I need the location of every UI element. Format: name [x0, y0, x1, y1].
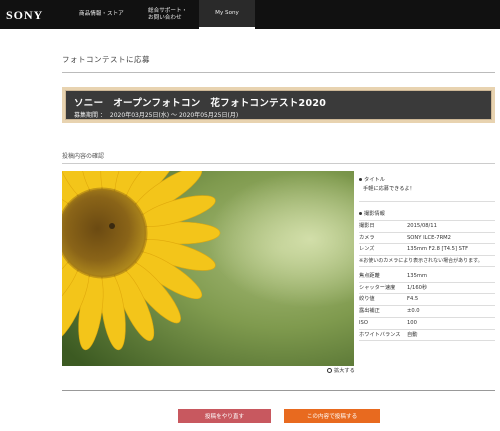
info-key: 露出補正	[359, 308, 380, 315]
zoom-button[interactable]: 拡大する	[327, 367, 355, 374]
info-value: SONY ILCE-7RM2	[407, 234, 451, 241]
info-row-iso: ISO 100	[359, 318, 495, 330]
info-row-lens: レンズ 135mm F2.8 [T4.5] STF	[359, 244, 495, 257]
info-value: 135mm F2.8 [T4.5] STF	[407, 246, 469, 253]
info-value: F4.5	[407, 296, 419, 303]
info-value: 100	[407, 319, 417, 326]
info-row-shutter: シャッター速度 1/160秒	[359, 283, 495, 295]
page-title: フォトコンテストに応募	[62, 55, 150, 64]
period-value: 2020年03月25日(水) ～ 2020年05月25日(月)	[109, 112, 239, 119]
info-row-aperture: 絞り値 F4.5	[359, 294, 495, 307]
nav-my-sony-label: My Sony	[215, 10, 239, 16]
contest-period: 募集期間 ： 2020年03月25日(水) ～ 2020年05月25日(月)	[74, 110, 238, 119]
nav-support-label-1: 総合サポート・	[148, 7, 188, 14]
title-heading-label: タイトル	[364, 177, 385, 183]
divider	[359, 192, 495, 202]
zoom-label: 拡大する	[334, 368, 355, 374]
info-row-date: 撮影日 2015/08/11	[359, 221, 495, 233]
nav-support-label-2: お問い合わせ	[148, 14, 182, 21]
divider	[62, 390, 495, 391]
submitted-photo[interactable]	[62, 171, 354, 366]
info-key: カメラ	[359, 234, 375, 241]
info-key: レンズ	[359, 246, 375, 253]
sony-logo[interactable]: SONY	[6, 8, 43, 23]
nav-my-sony[interactable]: My Sony	[199, 0, 255, 29]
photo-title-value: 手軽に応募できるよ！	[363, 186, 415, 192]
info-key: 焦点距離	[359, 273, 380, 280]
period-label: 募集期間 ：	[74, 112, 106, 119]
shooting-info-heading-label: 撮影情報	[364, 211, 385, 217]
info-value: 自動	[407, 331, 418, 338]
info-row-camera: カメラ SONY ILCE-7RM2	[359, 233, 495, 245]
info-row-focal-length: 焦点距離 135mm	[359, 271, 495, 283]
divider	[62, 163, 495, 164]
photo-info-panel: タイトル 手軽に応募できるよ！ 撮影情報 撮影日 2015/08/11 カメラ …	[359, 176, 495, 342]
info-value: ±0.0	[407, 308, 420, 315]
sunflower-photo-image	[62, 171, 354, 366]
redo-submission-label: 投稿をやり直す	[204, 414, 245, 420]
nav-support[interactable]: 総合サポート・ お問い合わせ	[148, 0, 187, 29]
contest-banner: ソニー オープンフォトコン 花フォトコンテスト2020 募集期間 ： 2020年0…	[62, 87, 495, 123]
bullet-icon	[359, 178, 362, 181]
contest-title: ソニー オープンフォトコン 花フォトコンテスト2020	[74, 98, 327, 109]
info-key: ホワイトバランス	[359, 331, 401, 338]
divider	[62, 72, 495, 73]
nav-products-store-label: 商品情報・ストア	[79, 11, 124, 17]
info-key: 撮影日	[359, 223, 375, 229]
submit-label: この内容で投稿する	[306, 414, 358, 420]
magnifier-icon	[327, 368, 332, 373]
redo-submission-button[interactable]: 投稿をやり直す	[178, 409, 271, 423]
shooting-info-heading: 撮影情報	[359, 210, 495, 217]
bullet-icon	[359, 212, 362, 215]
camera-note: ※お使いのカメラにより表示されない場合があります。	[359, 256, 495, 268]
nav-products-store[interactable]: 商品情報・ストア	[79, 0, 124, 29]
info-key: ISO	[359, 319, 368, 326]
title-heading: タイトル	[359, 176, 495, 183]
info-key: シャッター速度	[359, 284, 396, 291]
info-row-white-balance: ホワイトバランス 自動	[359, 330, 495, 342]
info-value: 135mm	[407, 273, 428, 280]
info-value: 1/160秒	[407, 284, 428, 291]
section-confirm-label: 投稿内容の確認	[62, 153, 105, 160]
info-value: 2015/08/11	[407, 223, 437, 229]
info-row-exposure: 露出補正 ±0.0	[359, 306, 495, 318]
submit-button[interactable]: この内容で投稿する	[284, 409, 380, 423]
info-key: 絞り値	[359, 296, 375, 303]
global-header: SONY 商品情報・ストア 総合サポート・ お問い合わせ My Sony	[0, 0, 500, 29]
